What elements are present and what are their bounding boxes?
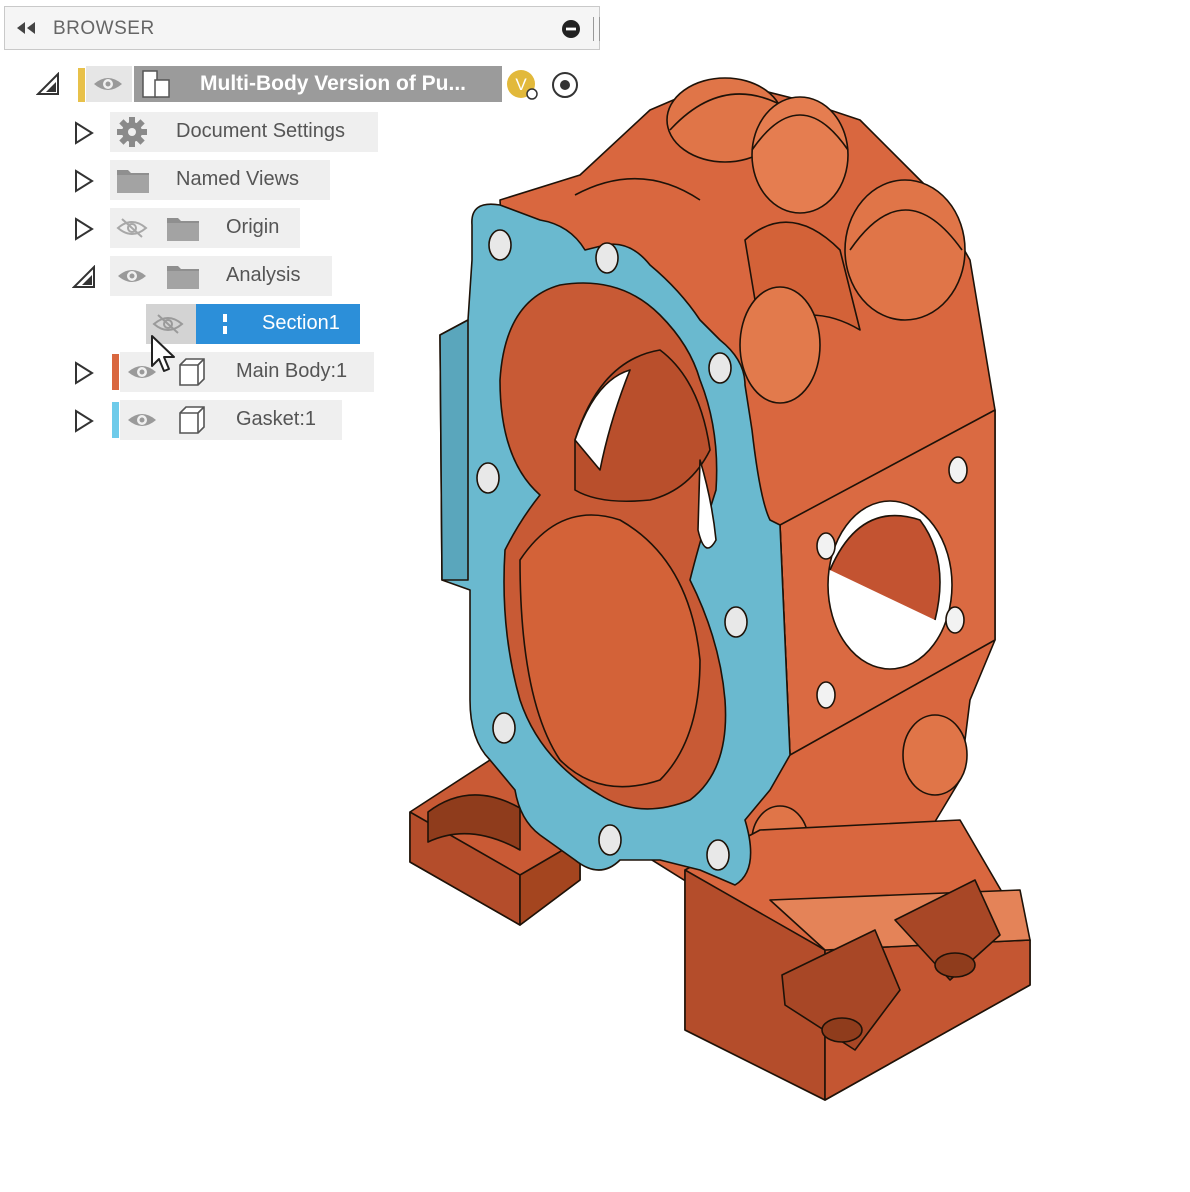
expand-triangle-icon[interactable]: [72, 121, 96, 145]
body-color-bar: [112, 354, 119, 390]
browser-title: BROWSER: [53, 18, 155, 39]
folder-icon: [167, 266, 199, 289]
eye-icon[interactable]: [116, 264, 148, 288]
browser-header: BROWSER: [4, 6, 600, 50]
collapse-panel-icon[interactable]: [13, 20, 39, 36]
folder-icon: [167, 218, 199, 241]
tree-item-label: Named Views: [176, 168, 300, 190]
expand-triangle-icon[interactable]: [72, 169, 96, 193]
tree-item-label: Gasket:1: [236, 408, 317, 430]
body-icon: [179, 406, 205, 434]
folder-icon: [117, 170, 149, 193]
component-icon: [142, 70, 170, 98]
tree-item-label: Origin: [226, 216, 280, 238]
model-viewport[interactable]: [400, 60, 1060, 1120]
body-icon: [179, 358, 205, 386]
mouse-cursor-icon: [151, 335, 175, 372]
tree-item-label: Main Body:1: [236, 360, 348, 382]
tree-item-label: Document Settings: [176, 120, 345, 142]
eye-hidden-icon[interactable]: [116, 216, 148, 240]
tree-item-label: Section1: [262, 312, 340, 334]
root-color-bar: [78, 68, 85, 102]
section-analysis-icon: [223, 314, 227, 334]
collapse-root-triangle-icon[interactable]: [36, 72, 60, 96]
gear-icon: [117, 117, 147, 147]
body-color-bar: [112, 402, 119, 438]
expand-triangle-icon[interactable]: [72, 361, 96, 385]
eye-hidden-icon[interactable]: [152, 312, 184, 336]
eye-icon[interactable]: [92, 72, 124, 96]
collapse-triangle-icon[interactable]: [72, 265, 96, 289]
eye-icon[interactable]: [126, 408, 158, 432]
minus-circle-icon[interactable]: [561, 19, 581, 39]
expand-triangle-icon[interactable]: [72, 217, 96, 241]
panel-drag-handle[interactable]: [593, 17, 600, 41]
expand-triangle-icon[interactable]: [72, 409, 96, 433]
tree-item-label: Analysis: [226, 264, 301, 286]
